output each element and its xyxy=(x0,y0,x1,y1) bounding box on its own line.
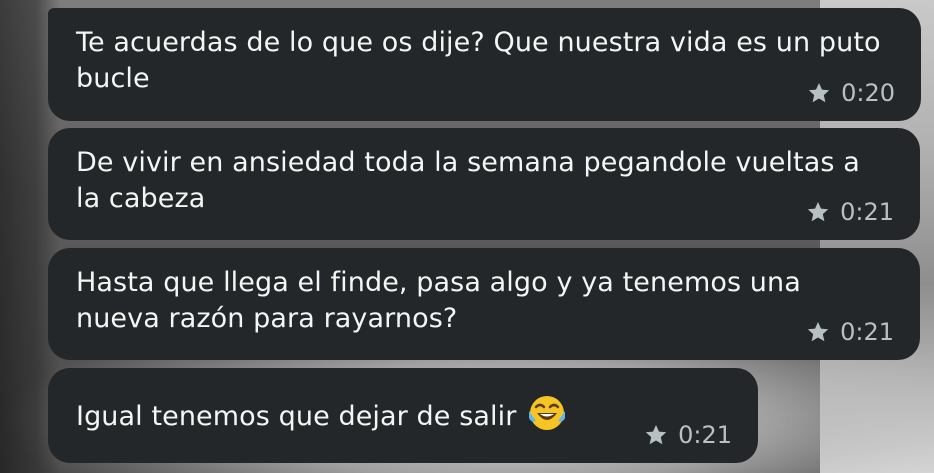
message-meta: 0:21 xyxy=(806,198,894,226)
message-meta: 0:20 xyxy=(807,79,895,107)
message-bubble[interactable]: Igual tenemos que dejar de salir 0:21 xyxy=(48,368,758,463)
message-time: 0:20 xyxy=(841,79,895,107)
message-bubble[interactable]: De vivir en ansiedad toda la semana pega… xyxy=(48,128,920,240)
message-bubble[interactable]: Hasta que llega el finde, pasa algo y ya… xyxy=(48,248,920,360)
tears-of-joy-emoji xyxy=(529,396,566,430)
message-time: 0:21 xyxy=(840,198,894,226)
chat-view: Te acuerdas de lo que os dije? Que nuest… xyxy=(0,0,934,473)
star-icon xyxy=(645,425,667,445)
message-time: 0:21 xyxy=(678,421,732,449)
message-time: 0:21 xyxy=(840,318,894,346)
message-text: De vivir en ansiedad toda la semana pega… xyxy=(76,147,860,214)
message-text: Igual tenemos que dejar de salir xyxy=(76,401,517,432)
message-text: Te acuerdas de lo que os dije? Que nuest… xyxy=(76,27,881,94)
star-icon xyxy=(807,202,829,222)
star-icon xyxy=(807,322,829,342)
message-text: Hasta que llega el finde, pasa algo y ya… xyxy=(76,267,801,334)
star-icon xyxy=(808,83,830,103)
message-meta: 0:21 xyxy=(644,421,732,449)
message-meta: 0:21 xyxy=(806,318,894,346)
message-text-line: Igual tenemos que dejar de salir xyxy=(76,393,722,435)
message-bubble[interactable]: Te acuerdas de lo que os dije? Que nuest… xyxy=(48,8,921,121)
